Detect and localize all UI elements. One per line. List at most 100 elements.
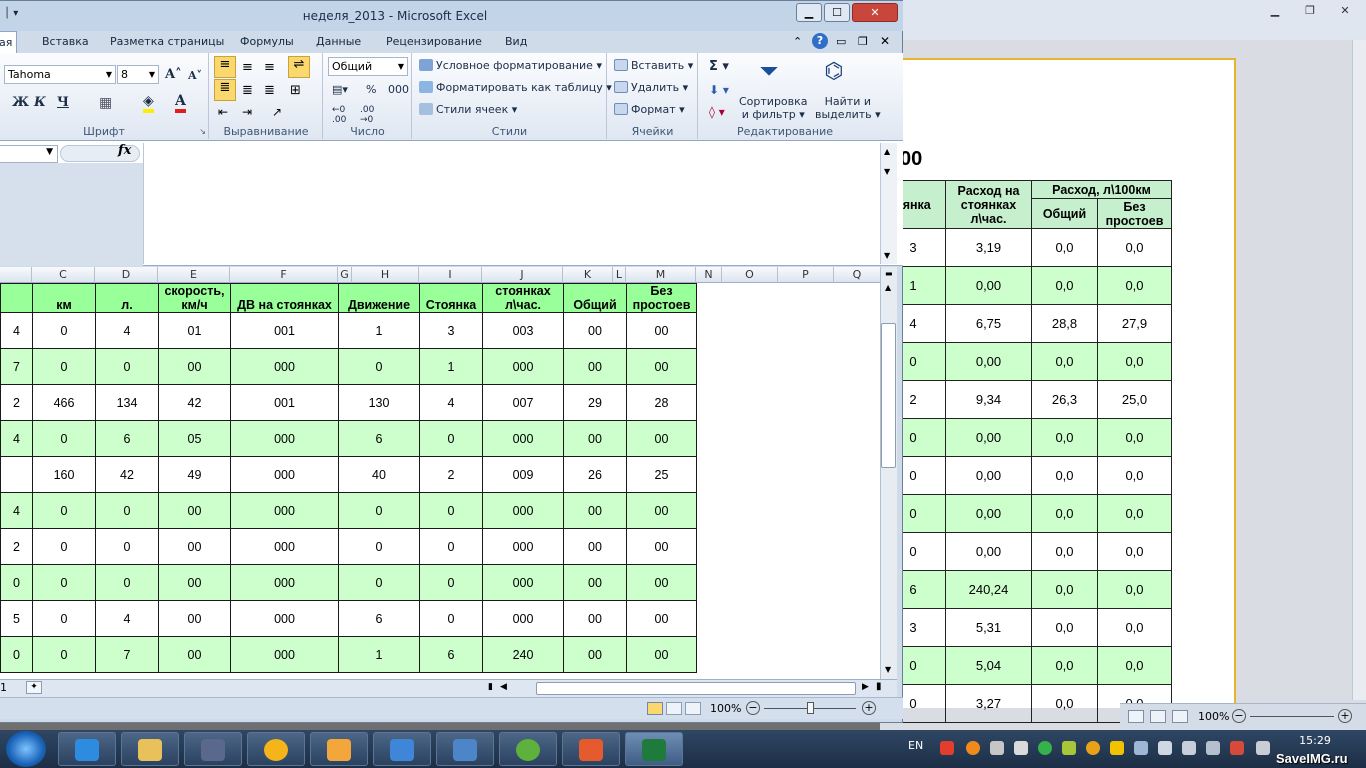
header-cell[interactable]: ДВ на стоянках bbox=[230, 283, 339, 313]
cell[interactable]: 26 bbox=[563, 456, 627, 493]
cell[interactable]: 0 bbox=[32, 600, 96, 637]
cell[interactable]: 000 bbox=[230, 600, 339, 637]
workbook-minimize-icon[interactable]: ▭ bbox=[836, 35, 846, 48]
cell[interactable]: 05 bbox=[158, 420, 231, 457]
taskbar-outlook[interactable] bbox=[310, 732, 368, 766]
underline-icon[interactable]: Ч bbox=[57, 95, 69, 110]
header-cell[interactable]: Общий bbox=[563, 283, 627, 313]
tray-icon[interactable] bbox=[1038, 741, 1052, 755]
insert-cells-button[interactable]: Вставить ▾ bbox=[614, 59, 693, 72]
cell[interactable]: 0 bbox=[32, 312, 96, 349]
tab-data[interactable]: Данные bbox=[316, 35, 361, 48]
increase-font-icon[interactable]: A˄ bbox=[165, 67, 182, 82]
cell[interactable]: 25 bbox=[626, 456, 697, 493]
fill-icon[interactable]: ⬇ ▾ bbox=[709, 83, 729, 97]
cell[interactable]: 00 bbox=[563, 564, 627, 601]
tray-icon[interactable] bbox=[1158, 741, 1172, 755]
cell[interactable]: 6 bbox=[95, 420, 159, 457]
cell[interactable]: 42 bbox=[95, 456, 159, 493]
cell[interactable]: 0 bbox=[338, 348, 420, 385]
format-as-table-button[interactable]: Форматировать как таблицу ▾ bbox=[419, 81, 612, 94]
cell[interactable]: 0 bbox=[0, 636, 33, 673]
percent-button[interactable]: % bbox=[366, 83, 376, 96]
cell[interactable]: 000 bbox=[482, 348, 564, 385]
cell[interactable]: 001 bbox=[230, 384, 339, 421]
cell-styles-button[interactable]: Стили ячеек ▾ bbox=[419, 103, 517, 116]
cell[interactable]: 000 bbox=[482, 564, 564, 601]
minimize-ribbon-icon[interactable]: ⌃ bbox=[793, 35, 802, 48]
tray-icon[interactable] bbox=[990, 741, 1004, 755]
cell[interactable]: 0 bbox=[419, 564, 483, 601]
cell[interactable]: 5 bbox=[0, 600, 33, 637]
currency-icon[interactable]: ▤▾ bbox=[332, 83, 348, 96]
zoom-out-button[interactable]: − bbox=[746, 701, 760, 715]
cell[interactable]: 240 bbox=[482, 636, 564, 673]
tray-icon[interactable] bbox=[1134, 741, 1148, 755]
taskbar-app[interactable] bbox=[184, 732, 242, 766]
formula-scrollbar[interactable]: ▲ ▼ ▼ bbox=[880, 143, 897, 264]
cell[interactable]: 00 bbox=[563, 492, 627, 529]
cell[interactable]: 000 bbox=[230, 420, 339, 457]
zoom-out-button[interactable]: − bbox=[1232, 709, 1246, 723]
increase-indent-icon[interactable]: ⇥ bbox=[242, 105, 252, 119]
delete-cells-button[interactable]: Удалить ▾ bbox=[614, 81, 688, 94]
cell[interactable]: 0 bbox=[419, 528, 483, 565]
cell[interactable]: 00 bbox=[626, 636, 697, 673]
scroll-down-icon[interactable]: ▼ bbox=[884, 251, 890, 260]
clear-icon[interactable]: ◊ ▾ bbox=[709, 105, 725, 119]
align-left-icon[interactable]: ≣ bbox=[214, 79, 236, 101]
cell[interactable]: 0 bbox=[32, 528, 96, 565]
cell[interactable]: 49 bbox=[158, 456, 231, 493]
split-icon[interactable]: ▮ bbox=[876, 681, 882, 692]
cell[interactable]: 0 bbox=[419, 420, 483, 457]
header-cell[interactable] bbox=[0, 283, 33, 313]
cell[interactable]: 466 bbox=[32, 384, 96, 421]
taskbar-excel[interactable] bbox=[625, 732, 683, 766]
column-header[interactable]: H bbox=[352, 267, 419, 283]
minimize-icon[interactable]: ▁ bbox=[1265, 4, 1285, 18]
taskbar-explorer[interactable] bbox=[121, 732, 179, 766]
cell[interactable]: 00 bbox=[626, 420, 697, 457]
cell[interactable]: 7 bbox=[0, 348, 33, 385]
tray-icon[interactable] bbox=[940, 741, 954, 755]
cell[interactable]: 40 bbox=[338, 456, 420, 493]
header-cell[interactable]: Стоянка bbox=[419, 283, 483, 313]
cell[interactable]: 0 bbox=[32, 564, 96, 601]
normal-view-icon[interactable] bbox=[647, 702, 663, 715]
borders-icon[interactable]: ▦ bbox=[99, 95, 112, 111]
scroll-down-icon[interactable]: ▼ bbox=[885, 665, 891, 674]
cell[interactable]: 000 bbox=[482, 420, 564, 457]
cell[interactable]: 0 bbox=[32, 636, 96, 673]
cell[interactable]: 00 bbox=[158, 528, 231, 565]
page-break-view-icon[interactable] bbox=[685, 702, 701, 715]
cell[interactable]: 01 bbox=[158, 312, 231, 349]
cell[interactable]: 2 bbox=[0, 528, 33, 565]
zoom-in-button[interactable]: + bbox=[862, 701, 876, 715]
split-icon[interactable]: ▮ bbox=[488, 682, 493, 692]
header-cell[interactable]: Движение bbox=[338, 283, 420, 313]
zoom-slider-thumb[interactable] bbox=[807, 702, 814, 714]
cell[interactable]: 00 bbox=[563, 528, 627, 565]
cell[interactable]: 1 bbox=[338, 636, 420, 673]
tab-home[interactable]: ая bbox=[0, 31, 18, 54]
cell[interactable]: 000 bbox=[230, 456, 339, 493]
printer-icon[interactable] bbox=[1014, 741, 1028, 755]
cell[interactable] bbox=[0, 456, 33, 493]
cell[interactable]: 003 bbox=[482, 312, 564, 349]
fill-color-icon[interactable]: ◈ bbox=[143, 93, 154, 113]
align-middle-icon[interactable]: ≡ bbox=[242, 60, 253, 75]
column-header[interactable]: N bbox=[696, 267, 722, 283]
language-indicator[interactable]: EN bbox=[908, 739, 923, 752]
merge-center-icon[interactable]: ⊞ bbox=[290, 83, 301, 98]
sort-filter-button[interactable]: Сортировка и фильтр ▾ bbox=[739, 95, 808, 121]
network-tray-icon[interactable] bbox=[1206, 741, 1220, 755]
thousands-button[interactable]: 000 bbox=[388, 83, 409, 96]
cell[interactable]: 000 bbox=[230, 636, 339, 673]
cell[interactable]: 00 bbox=[626, 564, 697, 601]
cell[interactable]: 000 bbox=[482, 492, 564, 529]
cell[interactable]: 0 bbox=[32, 420, 96, 457]
cell[interactable]: 001 bbox=[230, 312, 339, 349]
name-box-dropdown-icon[interactable]: ▼ bbox=[46, 147, 53, 157]
cell[interactable]: 00 bbox=[626, 312, 697, 349]
orientation-icon[interactable]: ↗ bbox=[272, 105, 282, 119]
